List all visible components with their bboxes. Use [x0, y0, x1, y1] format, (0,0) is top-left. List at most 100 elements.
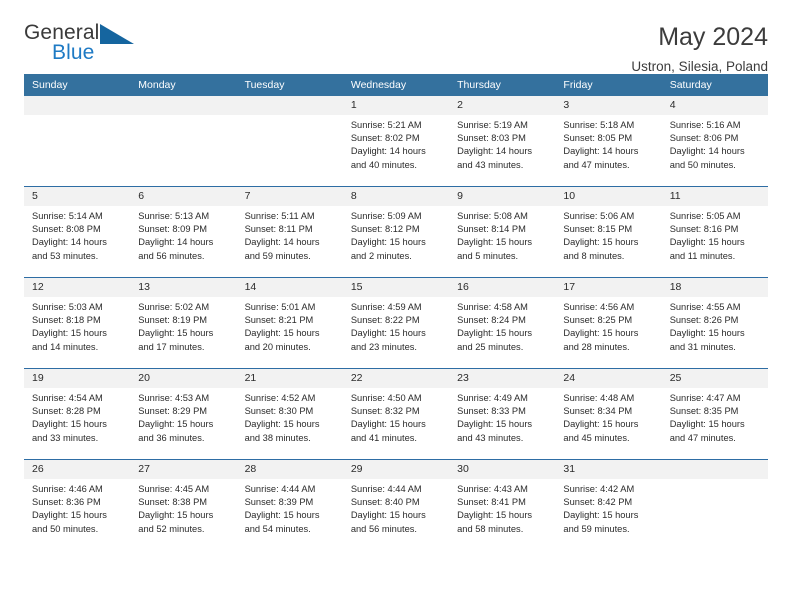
day-sunset-text: Sunset: 8:16 PM	[669, 224, 739, 235]
day-number: 19	[24, 369, 131, 388]
day-daylight-line1-text: Daylight: 14 hours	[32, 237, 107, 248]
day-number	[130, 96, 237, 115]
calendar-day-cell[interactable]: 31 Sunrise: 4:42 AM Sunset: 8:42 PM Dayligh…	[555, 459, 662, 550]
day-daylight-line1-text: Daylight: 15 hours	[138, 510, 214, 521]
calendar-day-cell[interactable]: 7 Sunrise: 5:11 AM Sunset: 8:11 PM Daylight…	[236, 186, 343, 278]
calendar-day-cell[interactable]: 28 Sunrise: 4:44 AM Sunset: 8:39 PM Dayligh…	[236, 459, 343, 550]
calendar-page: General Blue May 2024 Ustron, Silesia, P…	[0, 0, 792, 612]
calendar-day-cell[interactable]: 8 Sunrise: 5:09 AM Sunset: 8:12 PM Daylight…	[342, 186, 450, 278]
calendar-day-cell[interactable]: 20 Sunrise: 4:53 AM Sunset: 8:29 PM Dayligh…	[130, 368, 237, 460]
calendar-week-row: 5 Sunrise: 5:14 AM Sunset: 8:08 PM Daylight…	[24, 186, 768, 278]
day-daylight-line2-text: and 14 minutes.	[32, 341, 99, 352]
day-sun-info: Sunrise: 4:59 AM Sunset: 8:22 PM Daylight:…	[343, 297, 449, 354]
calendar-day-cell[interactable]: 23 Sunrise: 4:49 AM Sunset: 8:33 PM Dayligh…	[449, 368, 556, 460]
day-daylight-line1-text: Daylight: 15 hours	[457, 328, 533, 339]
day-sun-info: Sunrise: 5:18 AM Sunset: 8:05 PM Daylight:…	[555, 115, 661, 172]
weekday-header-tuesday: Tuesday	[236, 74, 343, 96]
day-sun-info: Sunrise: 4:54 AM Sunset: 8:28 PM Daylight:…	[24, 388, 130, 445]
day-sunrise-text: Sunrise: 4:47 AM	[669, 393, 741, 403]
day-number: 5	[24, 187, 131, 206]
day-sunset-text: Sunset: 8:36 PM	[32, 497, 101, 508]
calendar-day-cell[interactable]: 4 Sunrise: 5:16 AM Sunset: 8:06 PM Daylight…	[661, 96, 768, 187]
calendar-cell-empty	[24, 96, 131, 187]
day-daylight-line2-text: and 52 minutes.	[138, 523, 205, 534]
calendar-day-cell[interactable]: 24 Sunrise: 4:48 AM Sunset: 8:34 PM Dayligh…	[555, 368, 662, 460]
day-sunrise-text: Sunrise: 4:48 AM	[563, 393, 635, 403]
day-sun-info: Sunrise: 4:58 AM Sunset: 8:24 PM Daylight:…	[449, 297, 555, 354]
day-sunset-text: Sunset: 8:35 PM	[669, 406, 739, 417]
day-daylight-line1-text: Daylight: 15 hours	[457, 237, 533, 248]
day-number: 2	[449, 96, 556, 115]
calendar-day-cell[interactable]: 11 Sunrise: 5:05 AM Sunset: 8:16 PM Dayligh…	[661, 186, 768, 278]
calendar-day-cell[interactable]: 18 Sunrise: 4:55 AM Sunset: 8:26 PM Dayligh…	[661, 277, 768, 369]
day-sunset-text: Sunset: 8:41 PM	[457, 497, 526, 508]
day-number: 7	[236, 187, 343, 206]
calendar-day-cell[interactable]: 5 Sunrise: 5:14 AM Sunset: 8:08 PM Daylight…	[24, 186, 131, 278]
calendar-day-cell[interactable]: 10 Sunrise: 5:06 AM Sunset: 8:15 PM Dayligh…	[555, 186, 662, 278]
calendar-day-cell[interactable]: 9 Sunrise: 5:08 AM Sunset: 8:14 PM Daylight…	[449, 186, 556, 278]
day-number: 26	[24, 460, 131, 479]
calendar-day-cell[interactable]: 15 Sunrise: 4:59 AM Sunset: 8:22 PM Dayligh…	[342, 277, 450, 369]
calendar-day-cell[interactable]: 19 Sunrise: 4:54 AM Sunset: 8:28 PM Dayligh…	[24, 368, 131, 460]
day-daylight-line1-text: Daylight: 15 hours	[669, 419, 745, 430]
calendar-day-cell[interactable]: 1 Sunrise: 5:21 AM Sunset: 8:02 PM Daylight…	[342, 96, 450, 187]
weekday-header-friday: Friday	[555, 74, 662, 96]
calendar-day-cell[interactable]: 6 Sunrise: 5:13 AM Sunset: 8:09 PM Daylight…	[130, 186, 237, 278]
day-daylight-line1-text: Daylight: 15 hours	[244, 419, 320, 430]
day-sunset-text: Sunset: 8:38 PM	[138, 497, 208, 508]
day-daylight-line1-text: Daylight: 15 hours	[350, 237, 426, 248]
day-daylight-line1-text: Daylight: 15 hours	[563, 419, 639, 430]
day-daylight-line1-text: Daylight: 15 hours	[669, 328, 745, 339]
day-daylight-line2-text: and 28 minutes.	[563, 341, 630, 352]
day-daylight-line2-text: and 45 minutes.	[563, 432, 630, 443]
day-daylight-line2-text: and 54 minutes.	[244, 523, 311, 534]
day-sunrise-text: Sunrise: 5:14 AM	[32, 211, 103, 221]
day-sunset-text: Sunset: 8:06 PM	[669, 133, 739, 144]
day-number: 28	[236, 460, 343, 479]
day-daylight-line1-text: Daylight: 15 hours	[244, 328, 320, 339]
calendar-day-cell[interactable]: 26 Sunrise: 4:46 AM Sunset: 8:36 PM Dayligh…	[24, 459, 131, 550]
calendar-day-cell[interactable]: 21 Sunrise: 4:52 AM Sunset: 8:30 PM Dayligh…	[236, 368, 343, 460]
day-number: 4	[661, 96, 768, 115]
day-daylight-line2-text: and 50 minutes.	[669, 159, 736, 170]
calendar-day-cell[interactable]: 17 Sunrise: 4:56 AM Sunset: 8:25 PM Dayligh…	[555, 277, 662, 369]
day-sunrise-text: Sunrise: 4:44 AM	[244, 484, 316, 494]
day-sunset-text: Sunset: 8:12 PM	[350, 224, 420, 235]
brand-logo[interactable]: General Blue	[24, 22, 144, 70]
day-number: 15	[342, 278, 450, 297]
calendar-day-cell[interactable]: 13 Sunrise: 5:02 AM Sunset: 8:19 PM Dayligh…	[130, 277, 237, 369]
calendar-day-cell[interactable]: 2 Sunrise: 5:19 AM Sunset: 8:03 PM Daylight…	[449, 96, 556, 187]
day-sunrise-text: Sunrise: 4:55 AM	[669, 302, 741, 312]
calendar-day-cell[interactable]: 30 Sunrise: 4:43 AM Sunset: 8:41 PM Dayligh…	[449, 459, 556, 550]
day-sun-info: Sunrise: 5:21 AM Sunset: 8:02 PM Daylight:…	[343, 115, 449, 172]
calendar-cell-empty	[236, 96, 343, 187]
calendar-day-cell[interactable]: 12 Sunrise: 5:03 AM Sunset: 8:18 PM Dayligh…	[24, 277, 131, 369]
day-sun-info: Sunrise: 4:56 AM Sunset: 8:25 PM Daylight:…	[555, 297, 661, 354]
day-sunset-text: Sunset: 8:02 PM	[350, 133, 420, 144]
day-sunrise-text: Sunrise: 5:06 AM	[563, 211, 635, 221]
calendar-day-cell[interactable]: 14 Sunrise: 5:01 AM Sunset: 8:21 PM Dayligh…	[236, 277, 343, 369]
day-number: 10	[555, 187, 662, 206]
day-number: 23	[449, 369, 556, 388]
calendar-day-cell[interactable]: 27 Sunrise: 4:45 AM Sunset: 8:38 PM Dayligh…	[130, 459, 237, 550]
day-number: 21	[236, 369, 343, 388]
day-daylight-line2-text: and 40 minutes.	[350, 159, 417, 170]
calendar-cell-empty	[661, 459, 768, 550]
day-daylight-line1-text: Daylight: 15 hours	[457, 510, 533, 521]
day-daylight-line2-text: and 36 minutes.	[138, 432, 205, 443]
calendar-day-cell[interactable]: 22 Sunrise: 4:50 AM Sunset: 8:32 PM Dayligh…	[342, 368, 450, 460]
weekday-header-thursday: Thursday	[449, 74, 556, 96]
day-number: 20	[130, 369, 237, 388]
calendar-day-cell[interactable]: 16 Sunrise: 4:58 AM Sunset: 8:24 PM Dayligh…	[449, 277, 556, 369]
day-sunset-text: Sunset: 8:39 PM	[244, 497, 314, 508]
day-sunset-text: Sunset: 8:09 PM	[138, 224, 208, 235]
calendar-day-cell[interactable]: 29 Sunrise: 4:44 AM Sunset: 8:40 PM Dayligh…	[342, 459, 450, 550]
calendar-week-row: 12 Sunrise: 5:03 AM Sunset: 8:18 PM Dayligh…	[24, 277, 768, 369]
day-sunset-text: Sunset: 8:30 PM	[244, 406, 314, 417]
day-daylight-line1-text: Daylight: 15 hours	[138, 419, 214, 430]
calendar-day-cell[interactable]: 25 Sunrise: 4:47 AM Sunset: 8:35 PM Dayligh…	[661, 368, 768, 460]
calendar-day-cell[interactable]: 3 Sunrise: 5:18 AM Sunset: 8:05 PM Daylight…	[555, 96, 662, 187]
day-sunrise-text: Sunrise: 4:46 AM	[32, 484, 103, 494]
day-sun-info: Sunrise: 4:55 AM Sunset: 8:26 PM Daylight:…	[662, 297, 768, 354]
day-sunrise-text: Sunrise: 4:58 AM	[457, 302, 528, 312]
